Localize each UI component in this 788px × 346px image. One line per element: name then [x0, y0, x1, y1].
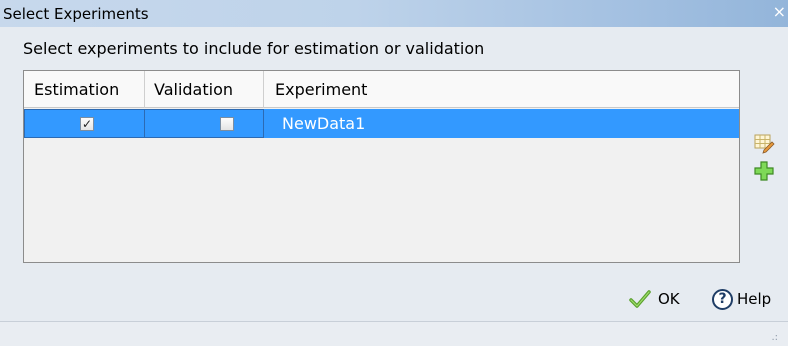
estimation-checkbox[interactable]: ✓: [80, 117, 94, 131]
edit-table-icon: [754, 134, 775, 154]
validation-cell: [145, 109, 264, 138]
add-icon: [754, 161, 774, 181]
estimation-cell: ✓: [24, 109, 145, 138]
help-label: Help: [737, 290, 772, 308]
experiments-table: Estimation Validation Experiment ✓ NewDa…: [23, 70, 740, 263]
column-header-experiment[interactable]: Experiment: [264, 71, 739, 108]
column-header-validation[interactable]: Validation: [145, 71, 264, 108]
ok-label: OK: [658, 290, 680, 308]
experiment-name: NewData1: [282, 114, 366, 133]
title-bar[interactable]: Select Experiments ×: [0, 0, 788, 27]
experiment-cell[interactable]: NewData1: [264, 109, 739, 138]
status-bar: [0, 321, 788, 346]
column-header-estimation[interactable]: Estimation: [24, 71, 145, 108]
help-button[interactable]: ? Help: [712, 286, 771, 312]
table-header: Estimation Validation Experiment: [24, 71, 739, 108]
validation-checkbox[interactable]: [220, 117, 234, 131]
edit-experiment-button[interactable]: [753, 132, 775, 154]
add-experiment-button[interactable]: [753, 160, 775, 182]
instruction-text: Select experiments to include for estima…: [23, 39, 485, 58]
dialog-title: Select Experiments: [3, 5, 149, 23]
ok-button[interactable]: OK: [628, 286, 680, 312]
close-icon[interactable]: ×: [773, 4, 786, 20]
select-experiments-dialog: Select Experiments × Select experiments …: [0, 0, 788, 346]
table-row[interactable]: ✓ NewData1: [24, 109, 739, 138]
help-icon: ?: [712, 288, 733, 310]
resize-grip-icon[interactable]: .:: [771, 333, 778, 343]
checkmark-icon: [629, 290, 651, 308]
